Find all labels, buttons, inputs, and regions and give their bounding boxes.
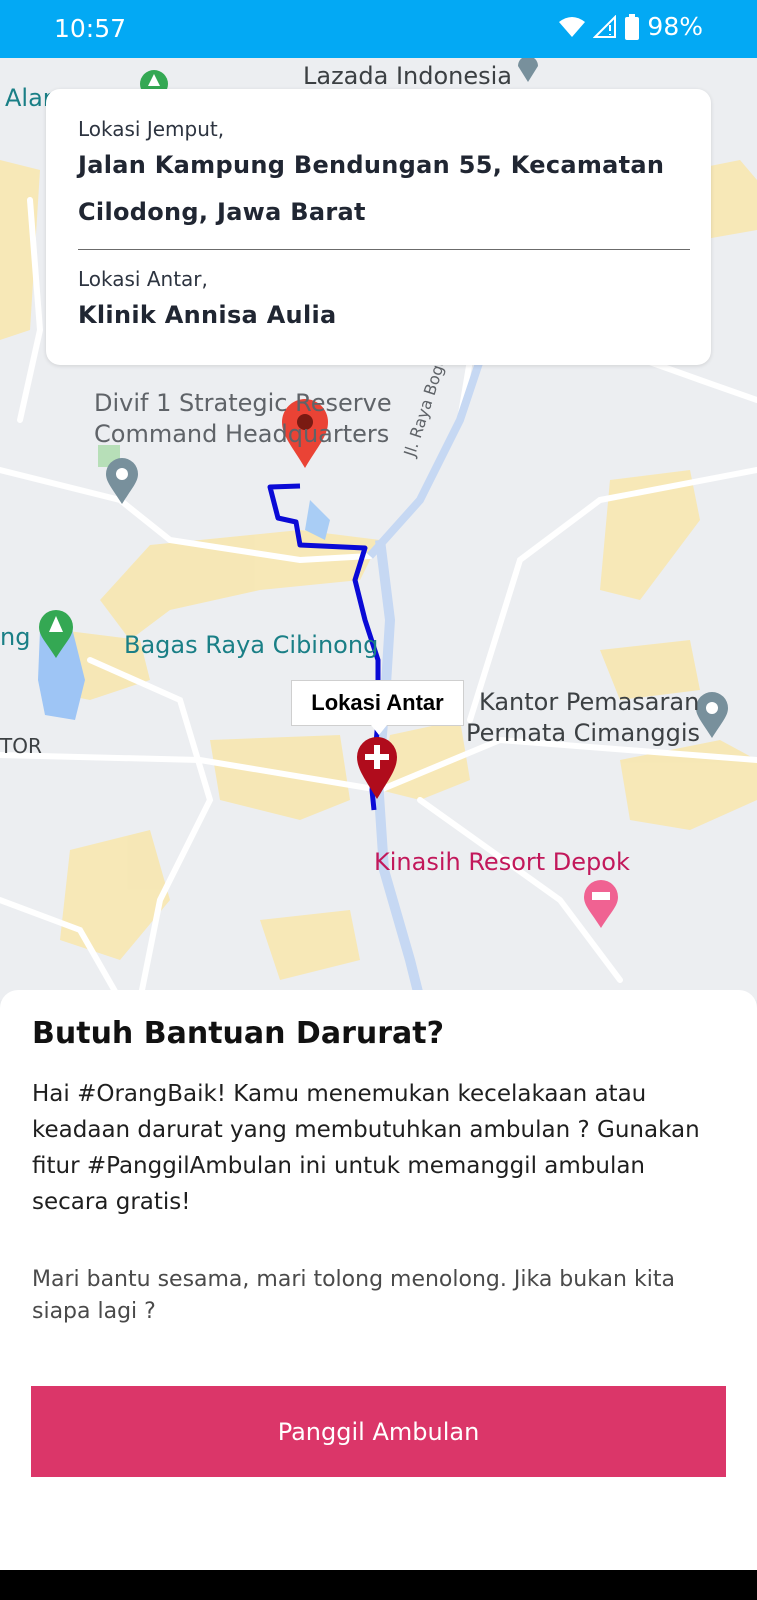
map-label-kantor-2[interactable]: Permata Cimanggis bbox=[466, 719, 700, 747]
dropoff-marker-icon[interactable] bbox=[355, 735, 399, 801]
bottom-sheet: Butuh Bantuan Darurat? Hai #OrangBaik! K… bbox=[0, 990, 757, 1570]
battery-percentage: 98% bbox=[647, 12, 703, 41]
wifi-icon bbox=[559, 16, 586, 37]
pickup-address-line1: Jalan Kampung Bendungan 55, Kecamatan bbox=[78, 151, 665, 179]
map-label-divif-2[interactable]: Command Headquarters bbox=[94, 420, 389, 448]
sheet-title: Butuh Bantuan Darurat? bbox=[32, 1016, 445, 1051]
map-label-bagas[interactable]: Bagas Raya Cibinong bbox=[124, 631, 378, 659]
card-divider bbox=[78, 249, 690, 250]
battery-icon bbox=[625, 13, 640, 40]
pickup-label: Lokasi Jemput, bbox=[78, 117, 225, 141]
route-card: Lokasi Jemput, Jalan Kampung Bendungan 5… bbox=[46, 89, 711, 365]
map-label-ng: ng bbox=[0, 623, 31, 651]
map-label-kantor-1[interactable]: Kantor Pemasaran bbox=[479, 688, 699, 716]
call-ambulance-button[interactable]: Panggil Ambulan bbox=[31, 1386, 726, 1477]
sheet-body: Hai #OrangBaik! Kamu menemukan kecelakaa… bbox=[32, 1081, 700, 1215]
map-label-kinasih[interactable]: Kinasih Resort Depok bbox=[374, 848, 630, 876]
system-nav-bar bbox=[0, 1570, 757, 1600]
status-bar: 10:57 98% bbox=[0, 0, 757, 58]
place-pin-small-icon bbox=[518, 58, 538, 82]
pickup-address-line2: Cilodong, Jawa Barat bbox=[78, 198, 366, 226]
marker-tooltip[interactable]: Lokasi Antar bbox=[291, 680, 464, 726]
status-time: 10:57 bbox=[54, 14, 127, 43]
place-pin-icon[interactable] bbox=[104, 456, 140, 506]
map-label-lazada[interactable]: Lazada Indonesia bbox=[303, 62, 512, 90]
marker-tooltip-arrow bbox=[371, 725, 387, 735]
status-icons: 98% bbox=[559, 12, 703, 41]
hotel-pin-icon[interactable] bbox=[582, 878, 620, 930]
cell-signal-icon bbox=[593, 14, 617, 38]
dropoff-address: Klinik Annisa Aulia bbox=[78, 301, 337, 329]
park-pin-icon[interactable] bbox=[37, 608, 75, 660]
map-label-divif-1[interactable]: Divif 1 Strategic Reserve bbox=[94, 389, 392, 417]
map-label-tor: TOR bbox=[0, 734, 42, 758]
dropoff-label: Lokasi Antar, bbox=[78, 267, 208, 291]
sheet-subtext: Mari bantu sesama, mari tolong menolong.… bbox=[32, 1267, 675, 1324]
